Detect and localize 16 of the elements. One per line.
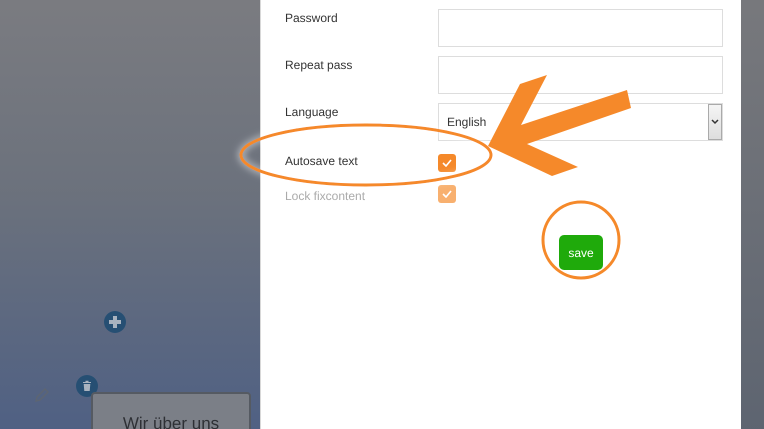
checkbox[interactable]	[438, 154, 456, 172]
page-card[interactable]: Wir über uns	[91, 392, 251, 429]
trash-icon[interactable]	[76, 375, 98, 397]
field-label: Autosave text	[285, 154, 358, 168]
caret-icon[interactable]	[708, 104, 722, 140]
check-icon	[442, 159, 452, 167]
field-label: Password	[285, 10, 338, 25]
field-label: Language	[285, 104, 338, 119]
add-icon[interactable]	[104, 311, 126, 333]
password-field[interactable]	[438, 56, 723, 94]
card-title: Wir über uns	[122, 414, 220, 429]
password-field[interactable]	[438, 9, 723, 47]
save-button[interactable]: save	[559, 235, 603, 270]
check-icon	[442, 190, 452, 198]
field-label: Lock fixcontent	[285, 188, 366, 203]
field-label: Repeat pass	[285, 57, 352, 72]
